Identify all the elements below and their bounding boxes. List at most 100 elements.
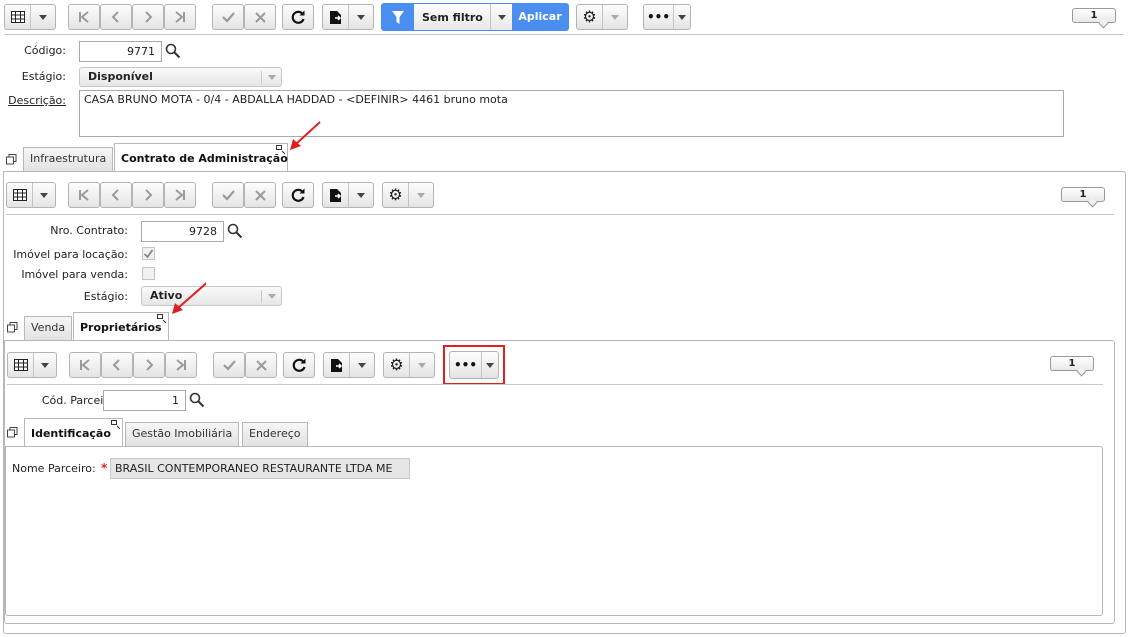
proprietarios-grid-view-button[interactable] [7,352,57,378]
descricao-textarea[interactable]: CASA BRUNO MOTA - 0/4 - ABDALLA HADDAD -… [79,90,1064,137]
locacao-checkbox[interactable] [142,247,155,260]
detach-icon[interactable] [157,314,166,323]
gear-icon: ⚙ [582,7,597,26]
tab-venda[interactable]: Venda [24,316,73,340]
tab-gestao-imobiliaria[interactable]: Gestão Imobiliária [125,422,240,446]
contrato-cancel-button[interactable] [244,182,276,208]
required-mark: * [101,461,108,475]
annotation-arrow [290,121,321,150]
gear-icon: ⚙ [389,355,404,374]
cod-parceiro-input[interactable]: 1 [103,390,186,411]
venda-label: Imóvel para venda: [21,268,128,281]
filter-selector[interactable]: Sem filtro [414,4,512,30]
proprietarios-next-button[interactable] [133,352,165,378]
contrato-previous-button[interactable] [100,182,132,208]
proprietarios-export-button[interactable] [323,352,375,378]
tab-venda-label: Venda [31,321,66,334]
contrato-last-button[interactable] [164,182,196,208]
proprietarios-previous-button[interactable] [101,352,133,378]
contrato-save-button[interactable] [212,182,244,208]
detach-icon[interactable] [111,420,120,429]
search-icon[interactable] [165,43,181,59]
tab-identificacao[interactable]: Identificação [24,418,123,446]
proprietarios-record-count-badge: 1 [1050,356,1094,371]
nome-parceiro-input[interactable]: BRASIL CONTEMPORANEO RESTAURANTE LTDA ME [110,458,410,479]
codigo-label: Código: [24,44,66,57]
more-icon: ••• [453,358,477,372]
chevron-right-icon [145,189,153,201]
chevron-down-icon [418,362,426,368]
filter-button[interactable] [382,4,414,30]
next-record-button[interactable] [132,4,164,30]
proprietarios-first-button[interactable] [69,352,101,378]
proprietarios-last-button[interactable] [165,352,197,378]
apply-filter-button[interactable]: Aplicar [512,4,568,30]
tab-contrato-administracao[interactable]: Contrato de Administração [114,143,288,171]
restore-window-icon[interactable] [7,427,18,438]
refresh-icon [291,188,305,202]
export-button[interactable] [322,4,374,30]
refresh-icon [291,10,305,24]
chevron-down-icon [267,294,276,299]
nro-contrato-input[interactable]: 9728 [141,221,224,242]
chevron-down-icon [357,14,365,20]
cancel-button[interactable] [244,4,276,30]
contrato-refresh-button[interactable] [282,182,314,208]
chevron-down-icon [497,14,506,20]
proprietarios-more-options-button[interactable]: ••• [449,351,499,379]
estagio-value: Disponível [88,70,153,83]
previous-record-button[interactable] [100,4,132,30]
first-icon [79,11,89,23]
annotation-arrow [172,282,206,314]
first-record-button[interactable] [68,4,100,30]
settings-button[interactable]: ⚙ [576,4,628,30]
proprietarios-settings-button[interactable]: ⚙ [383,352,435,378]
proprietarios-refresh-button[interactable] [283,352,315,378]
more-options-button[interactable]: ••• [643,4,691,30]
chevron-down-icon [40,192,48,198]
save-button[interactable] [212,4,244,30]
estagio-select[interactable]: Disponível [79,67,282,87]
chevron-down-icon [357,192,365,198]
chevron-down-icon [41,362,49,368]
venda-checkbox[interactable] [142,267,155,280]
tab-gestao-label: Gestão Imobiliária [132,427,233,440]
detach-icon[interactable] [276,145,285,154]
search-icon[interactable] [227,223,243,239]
contrato-settings-button[interactable]: ⚙ [382,182,434,208]
tab-infraestrutura[interactable]: Infraestrutura [23,147,114,171]
contrato-first-button[interactable] [68,182,100,208]
chevron-down-icon [358,362,366,368]
restore-window-icon[interactable] [6,154,17,165]
locacao-label: Imóvel para locação: [13,248,128,261]
contrato-estagio-select[interactable]: Ativo [141,286,282,306]
chevron-left-icon [111,11,119,23]
last-icon [176,359,186,371]
tab-endereco[interactable]: Endereço [242,422,308,446]
check-icon [221,190,235,201]
grid-icon [10,11,25,23]
restore-window-icon[interactable] [7,322,18,333]
refresh-button[interactable] [282,4,314,30]
check-icon [143,249,154,259]
codigo-input[interactable]: 9771 [79,41,162,62]
chevron-right-icon [146,359,154,371]
grid-view-button[interactable] [4,4,56,30]
estagio-label: Estágio: [21,70,66,83]
export-icon [331,358,343,372]
contrato-export-button[interactable] [322,182,374,208]
proprietarios-save-button[interactable] [213,352,245,378]
grid-icon [12,189,27,201]
last-icon [175,189,185,201]
tab-endereco-label: Endereço [249,427,301,440]
search-icon[interactable] [189,392,205,408]
contrato-grid-view-button[interactable] [6,182,56,208]
tab-proprietarios[interactable]: Proprietários [73,312,169,340]
tab-identificacao-label: Identificação [31,427,111,440]
contrato-next-button[interactable] [132,182,164,208]
nro-contrato-label: Nro. Contrato: [50,224,128,237]
refresh-icon [292,358,306,372]
last-record-button[interactable] [164,4,196,30]
nome-parceiro-label: Nome Parceiro: [12,462,96,475]
proprietarios-cancel-button[interactable] [245,352,277,378]
